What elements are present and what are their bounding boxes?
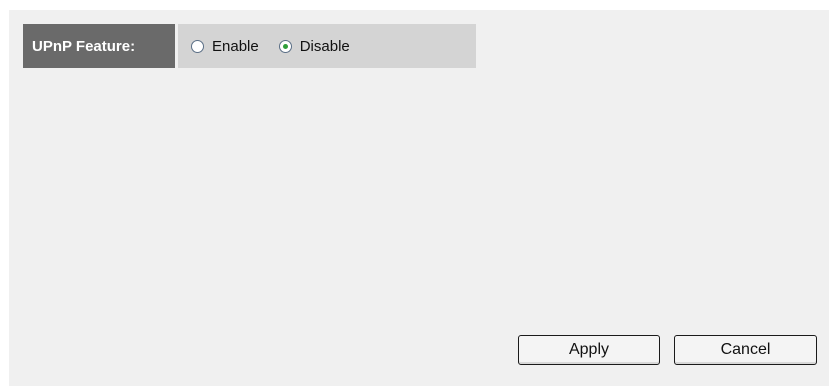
upnp-disable-option[interactable]: Disable [278, 37, 350, 55]
upnp-disable-label: Disable [299, 37, 350, 55]
upnp-enable-label: Enable [212, 37, 259, 55]
cancel-button[interactable]: Cancel [674, 335, 817, 365]
upnp-settings-panel: UPnP Feature: Enable Disable [9, 10, 829, 386]
upnp-options-group: Enable Disable [178, 24, 476, 68]
upnp-feature-label: UPnP Feature: [23, 24, 175, 68]
apply-button[interactable]: Apply [518, 335, 660, 365]
upnp-enable-option[interactable]: Enable [191, 38, 259, 55]
upnp-disable-radio[interactable] [278, 39, 292, 53]
radio-selected-dot-icon [282, 43, 288, 49]
upnp-feature-row: UPnP Feature: Enable Disable [23, 24, 476, 68]
upnp-enable-radio[interactable] [191, 39, 204, 53]
